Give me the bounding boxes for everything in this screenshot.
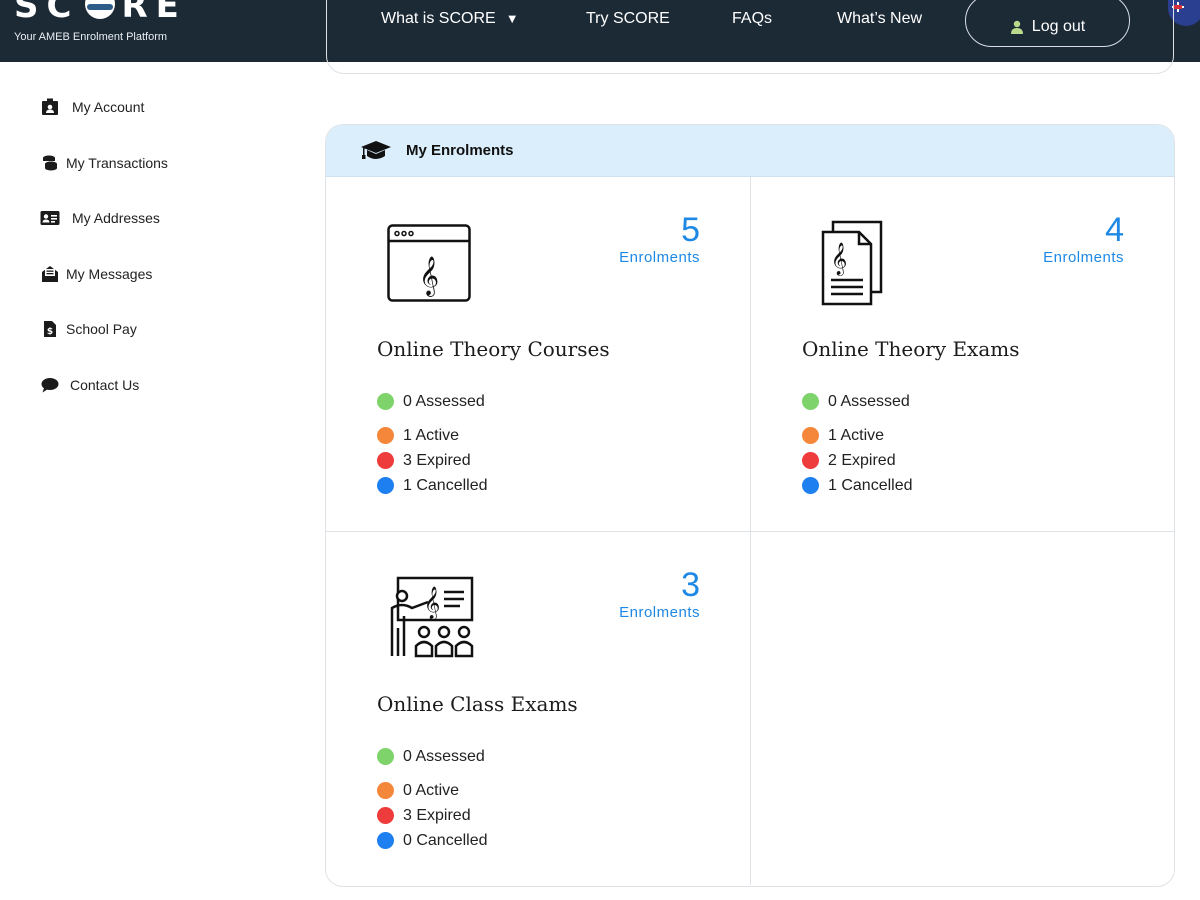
status-label: 0 Active [403,781,460,799]
envelope-icon [40,265,60,283]
enrolment-card-online-theory-courses[interactable]: 𝄞 5 Enrolments Online Theory Courses 0 A… [326,177,750,531]
enrolment-count[interactable]: 5 Enrolments [619,211,700,267]
status-dot [377,393,394,410]
teacher-class-icon: 𝄞 [390,576,474,658]
enrolment-count-label: Enrolments [1043,249,1124,266]
sidebar-item-my-addresses[interactable]: My Addresses [40,209,160,227]
status-label: 0 Assessed [403,747,485,765]
score-logo[interactable]: SC RE [14,0,187,26]
sidebar-item-label: My Messages [66,266,153,282]
status-label: 0 Cancelled [403,831,488,849]
enrolment-status-list: 0 Assessed 1 Active 3 Expired 1 Cancelle… [377,389,488,498]
status-dot [377,477,394,494]
coins-icon [40,154,60,172]
status-assessed: 0 Assessed [802,389,913,414]
logo-text-end: RE [121,0,187,26]
sidebar-item-label: School Pay [66,321,137,337]
enrolment-count[interactable]: 3 Enrolments [619,566,700,622]
status-dot [377,427,394,444]
status-expired: 3 Expired [377,448,488,473]
sidebar-item-label: Contact Us [70,377,140,393]
sidebar-item-label: My Addresses [72,210,160,226]
speech-bubble-icon [40,376,60,394]
status-expired: 2 Expired [802,448,913,473]
status-label: 3 Expired [403,806,471,824]
enrolments-panel-title: My Enrolments [406,142,514,159]
status-dot [377,832,394,849]
sidebar-item-school-pay[interactable]: $ School Pay [40,320,137,338]
status-cancelled: 1 Cancelled [377,473,488,498]
enrolment-card-title: Online Theory Exams [802,337,1020,361]
sidebar-item-my-messages[interactable]: My Messages [40,265,152,283]
enrolment-card-title: Online Class Exams [377,692,578,716]
status-label: 2 Expired [828,451,896,469]
previous-card-fragment [326,0,1174,74]
svg-text:𝄞: 𝄞 [831,242,848,276]
enrolment-status-list: 0 Assessed 1 Active 2 Expired 1 Cancelle… [802,389,913,498]
status-expired: 3 Expired [377,803,488,828]
empty-card-slot [750,531,1174,885]
status-dot [377,452,394,469]
enrolments-panel-header: My Enrolments [326,125,1174,177]
enrolment-status-list: 0 Assessed 0 Active 3 Expired 0 Cancelle… [377,744,488,853]
status-assessed: 0 Assessed [377,389,488,414]
dollar-document-icon: $ [40,320,60,338]
enrolment-card-online-theory-exams[interactable]: 𝄞 4 Enrolments Online Theory Exams 0 Ass… [750,177,1174,531]
status-label: 3 Expired [403,451,471,469]
status-dot [802,427,819,444]
status-label: 0 Assessed [403,392,485,410]
address-card-icon [40,209,60,227]
sidebar-item-label: My Transactions [66,155,168,171]
logo-tagline: Your AMEB Enrolment Platform [14,31,168,43]
sidebar-item-contact-us[interactable]: Contact Us [40,376,139,394]
status-label: 1 Cancelled [403,476,488,494]
browser-treble-clef-icon: 𝄞 [387,224,471,302]
status-dot [802,477,819,494]
status-dot [802,393,819,410]
status-dot [377,748,394,765]
status-assessed: 0 Assessed [377,744,488,769]
status-label: 1 Active [828,426,885,444]
sheet-music-documents-icon: 𝄞 [821,220,883,306]
status-active: 1 Active [802,423,913,448]
logo-globe-icon [85,0,116,19]
logo-text-start: SC [14,0,80,26]
status-cancelled: 1 Cancelled [802,473,913,498]
enrolment-card-title: Online Theory Courses [377,337,610,361]
my-enrolments-panel: My Enrolments 𝄞 5 Enrolments Online Theo… [325,124,1175,887]
enrolment-count-number: 5 [681,211,700,249]
status-label: 1 Cancelled [828,476,913,494]
svg-text:$: $ [47,327,53,337]
status-dot [377,807,394,824]
svg-text:𝄞: 𝄞 [419,256,439,297]
sidebar-item-label: My Account [72,99,145,115]
status-dot [802,452,819,469]
graduation-cap-icon [361,141,391,159]
status-dot [377,782,394,799]
enrolment-count-label: Enrolments [619,249,700,266]
enrolment-count[interactable]: 4 Enrolments [1043,211,1124,267]
enrolment-card-online-class-exams[interactable]: 𝄞 3 Enrolments Online Class Exams 0 Asse… [326,531,750,885]
status-active: 0 Active [377,778,488,803]
status-active: 1 Active [377,423,488,448]
sidebar-item-my-transactions[interactable]: My Transactions [40,154,168,172]
enrolment-count-number: 4 [1105,211,1124,249]
status-cancelled: 0 Cancelled [377,828,488,853]
sidebar-item-my-account[interactable]: My Account [40,98,144,116]
account-badge-icon [40,98,60,116]
enrolment-count-number: 3 [681,566,700,604]
status-label: 1 Active [403,426,460,444]
enrolment-count-label: Enrolments [619,604,700,621]
status-label: 0 Assessed [828,392,910,410]
